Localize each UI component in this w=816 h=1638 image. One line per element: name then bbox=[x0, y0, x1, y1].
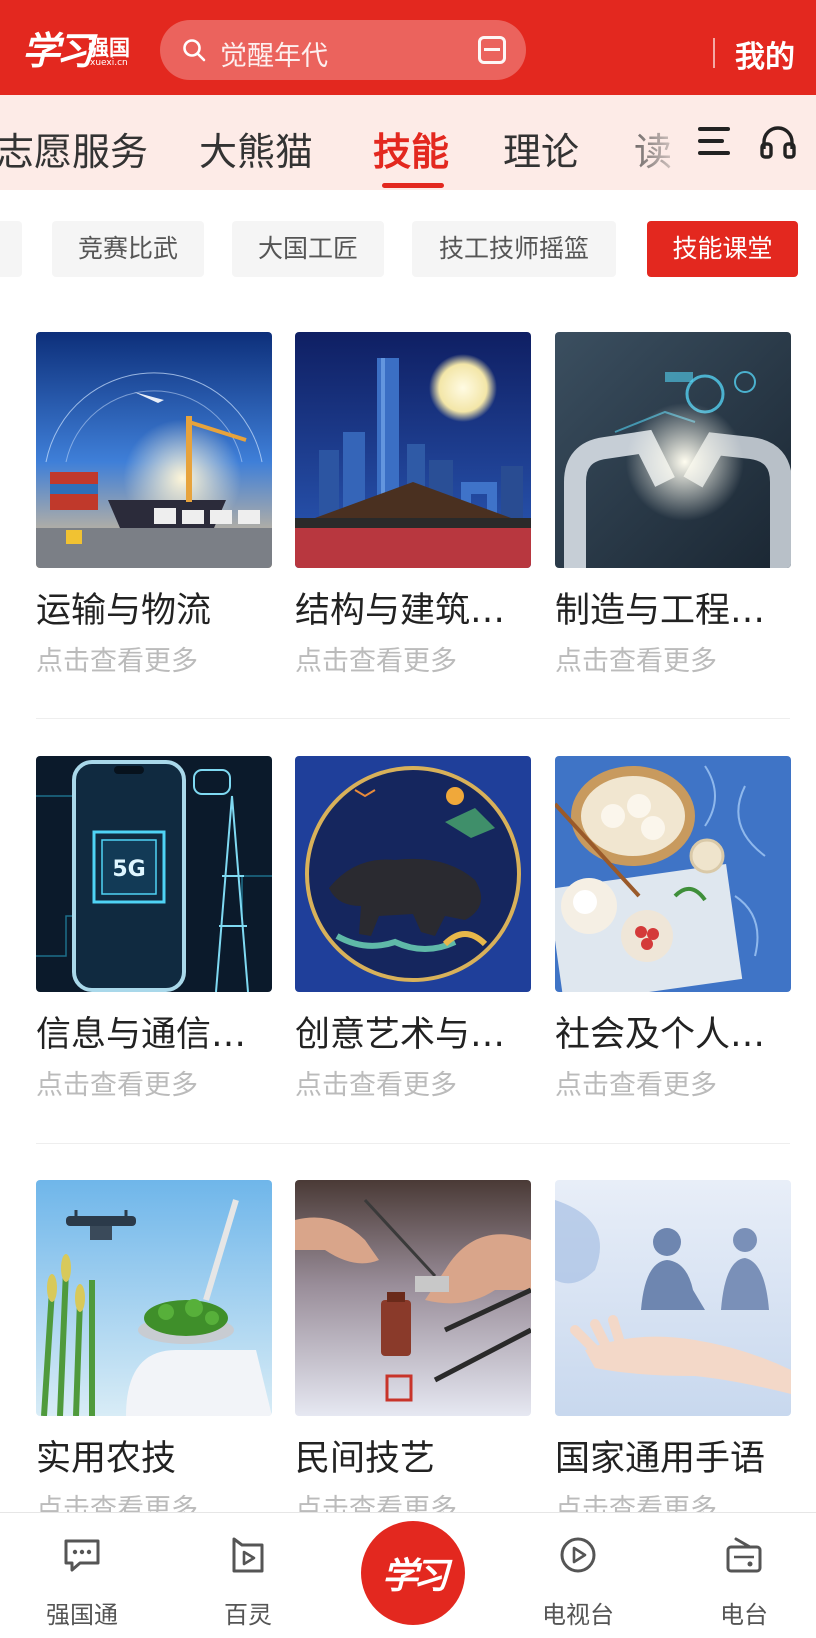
video-play-icon bbox=[232, 1537, 264, 1573]
active-tab-indicator bbox=[382, 183, 444, 188]
thumb-agriculture bbox=[36, 1180, 272, 1416]
card-title: 信息与通信… bbox=[36, 1015, 247, 1055]
card-title: 社会及个人… bbox=[555, 1015, 766, 1055]
radio-icon bbox=[726, 1537, 762, 1573]
header-divider bbox=[713, 38, 715, 68]
tab-fade bbox=[610, 95, 690, 190]
thumb-building bbox=[295, 332, 531, 568]
play-circle-icon bbox=[560, 1537, 596, 1573]
headphone-icon[interactable] bbox=[760, 125, 796, 159]
mine-button[interactable]: 我的 bbox=[735, 32, 795, 76]
chip-skill-class[interactable]: 技能课堂 bbox=[647, 221, 798, 277]
thumb-food bbox=[555, 756, 791, 992]
card-title: 结构与建筑… bbox=[295, 591, 506, 631]
card-subtitle: 点击查看更多 bbox=[555, 646, 717, 677]
thumb-arts bbox=[295, 756, 531, 992]
tab-volunteer[interactable]: 志愿服务 bbox=[0, 121, 148, 176]
row-divider bbox=[36, 718, 790, 719]
center-button-label: 学习 bbox=[381, 1555, 449, 1597]
chip-partial[interactable] bbox=[0, 221, 22, 277]
tab-skills[interactable]: 技能 bbox=[373, 121, 449, 176]
logo-domain: xuexi.cn bbox=[90, 58, 128, 68]
thumb-sign-language bbox=[555, 1180, 791, 1416]
nav-tv[interactable]: 电视台 bbox=[518, 1513, 638, 1638]
chat-bubble-icon bbox=[64, 1539, 100, 1572]
logo-mark: 学习 bbox=[22, 28, 94, 73]
nav-label: 电视台 bbox=[542, 1601, 614, 1629]
card-title: 民间技艺 bbox=[295, 1439, 436, 1479]
card-subtitle: 点击查看更多 bbox=[36, 646, 198, 677]
nav-bailing[interactable]: 百灵 bbox=[188, 1513, 308, 1638]
tab-panda[interactable]: 大熊猫 bbox=[199, 121, 313, 176]
menu-icon[interactable] bbox=[698, 127, 730, 155]
chip-technician[interactable]: 技工技师摇篮 bbox=[412, 221, 616, 277]
chip-craftsman[interactable]: 大国工匠 bbox=[232, 221, 384, 277]
search-placeholder: 觉醒年代 bbox=[220, 41, 328, 72]
search-icon bbox=[183, 39, 206, 62]
channel-tab-bar: 志愿服务 大熊猫 技能 理论 读 bbox=[0, 95, 816, 190]
thumb-5g: 5G bbox=[36, 756, 272, 992]
nav-radio[interactable]: 电台 bbox=[684, 1513, 804, 1638]
row-divider bbox=[36, 1143, 790, 1144]
card-subtitle: 点击查看更多 bbox=[555, 1070, 717, 1101]
scan-icon[interactable] bbox=[478, 36, 506, 64]
chip-competition[interactable]: 竞赛比武 bbox=[52, 221, 204, 277]
thumb-transport bbox=[36, 332, 272, 568]
nav-qiangguotong[interactable]: 强国通 bbox=[22, 1513, 142, 1638]
nav-label: 百灵 bbox=[224, 1601, 272, 1629]
card-title: 运输与物流 bbox=[36, 591, 212, 631]
tab-theory[interactable]: 理论 bbox=[503, 121, 579, 176]
card-subtitle: 点击查看更多 bbox=[36, 1070, 198, 1101]
card-title: 创意艺术与… bbox=[295, 1015, 506, 1055]
app-logo[interactable]: 学习 强国 xuexi.cn bbox=[22, 18, 140, 74]
card-title: 国家通用手语 bbox=[555, 1439, 766, 1479]
top-header: 学习 强国 xuexi.cn 觉醒年代 我的 bbox=[0, 0, 816, 95]
nav-label: 强国通 bbox=[46, 1601, 118, 1629]
center-study-button[interactable]: 学习 bbox=[361, 1521, 465, 1625]
search-box[interactable]: 觉醒年代 bbox=[160, 20, 526, 80]
card-subtitle: 点击查看更多 bbox=[295, 646, 457, 677]
thumb-folk-craft bbox=[295, 1180, 531, 1416]
nav-label: 电台 bbox=[720, 1601, 768, 1629]
card-title: 实用农技 bbox=[36, 1439, 177, 1479]
thumb-manufacturing bbox=[555, 332, 791, 568]
card-title: 制造与工程… bbox=[555, 591, 766, 631]
card-subtitle: 点击查看更多 bbox=[295, 1070, 457, 1101]
five-g-label: 5G bbox=[112, 857, 145, 882]
